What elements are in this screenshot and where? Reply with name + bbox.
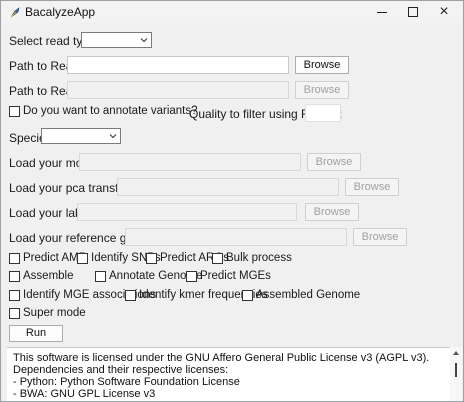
chevron-down-icon [140,38,148,43]
predict-amr-checkbox[interactable]: Predict AMR [9,251,87,265]
license-text-area[interactable]: This software is licensed under the GNU … [7,347,457,401]
checkbox-box [146,252,157,264]
window-title: BacalyzeApp [25,5,96,19]
checkbox-box [9,252,20,264]
super-mode-label: Super mode [23,307,86,319]
checkbox-box [9,270,20,282]
super-mode-checkbox[interactable]: Super mode [9,306,86,320]
checkbox-box [9,289,20,301]
species-select[interactable] [41,128,121,144]
maximize-button[interactable] [398,1,428,23]
minimize-button[interactable] [367,1,397,23]
license-line: - Python: Python Software Foundation Lic… [13,376,240,388]
annotate-variants-checkbox[interactable]: Do you want to annotate variants? [9,104,198,118]
assemble-label: Assemble [23,270,74,282]
read1-path-field[interactable] [67,56,289,74]
close-button[interactable]: × [429,1,459,23]
annotate-variants-label: Do you want to annotate variants? [23,105,198,117]
bulk-process-label: Bulk process [226,252,292,264]
read1-browse-button[interactable]: Browse [295,56,349,74]
genome-browse-button[interactable]: Browse [353,228,407,246]
checkbox-box [186,270,197,282]
close-icon: × [439,3,449,20]
chevron-down-icon [109,134,117,139]
read2-path-field[interactable] [67,81,289,99]
labels-path-field[interactable] [77,203,297,221]
scrollbar-thumb[interactable] [455,363,457,377]
app-feather-icon [10,7,20,18]
assembled-genome-checkbox[interactable]: Assembled Genome [242,288,360,302]
title-bar: BacalyzeApp × [1,1,463,23]
license-line: - BWA: GNU GPL License v3 [13,388,156,400]
run-button[interactable]: Run [9,325,63,342]
checkbox-box [9,307,20,319]
model-path-field[interactable] [79,153,301,171]
assemble-checkbox[interactable]: Assemble [9,269,74,283]
checkbox-box [242,289,253,301]
assembled-genome-label: Assembled Genome [256,289,361,301]
pca-browse-button[interactable]: Browse [345,178,399,196]
checkbox-box [125,289,136,301]
license-line: This software is licensed under the GNU … [13,352,430,364]
model-browse-button[interactable]: Browse [307,153,361,171]
predict-mges-label: Predict MGEs [200,270,271,282]
license-scrollbar[interactable] [450,347,462,401]
predict-mges-checkbox[interactable]: Predict MGEs [186,269,271,283]
maximize-icon [408,7,418,17]
checkbox-box [9,105,20,117]
fastp-quality-field[interactable] [305,104,341,122]
scroll-up-icon[interactable] [452,349,460,357]
checkbox-box [77,252,88,264]
read-type-select[interactable] [81,32,152,48]
pca-path-field[interactable] [117,178,339,196]
license-line: Dependencies and their respective licens… [13,364,229,376]
bulk-process-checkbox[interactable]: Bulk process [212,251,292,265]
checkbox-box [212,252,223,264]
minimize-icon [377,11,387,13]
app-window: BacalyzeApp × Select read type: Path to … [0,0,464,402]
labels-browse-button[interactable]: Browse [305,203,359,221]
checkbox-box [95,270,106,282]
genome-path-field[interactable] [125,228,347,246]
read2-browse-button[interactable]: Browse [295,81,349,99]
